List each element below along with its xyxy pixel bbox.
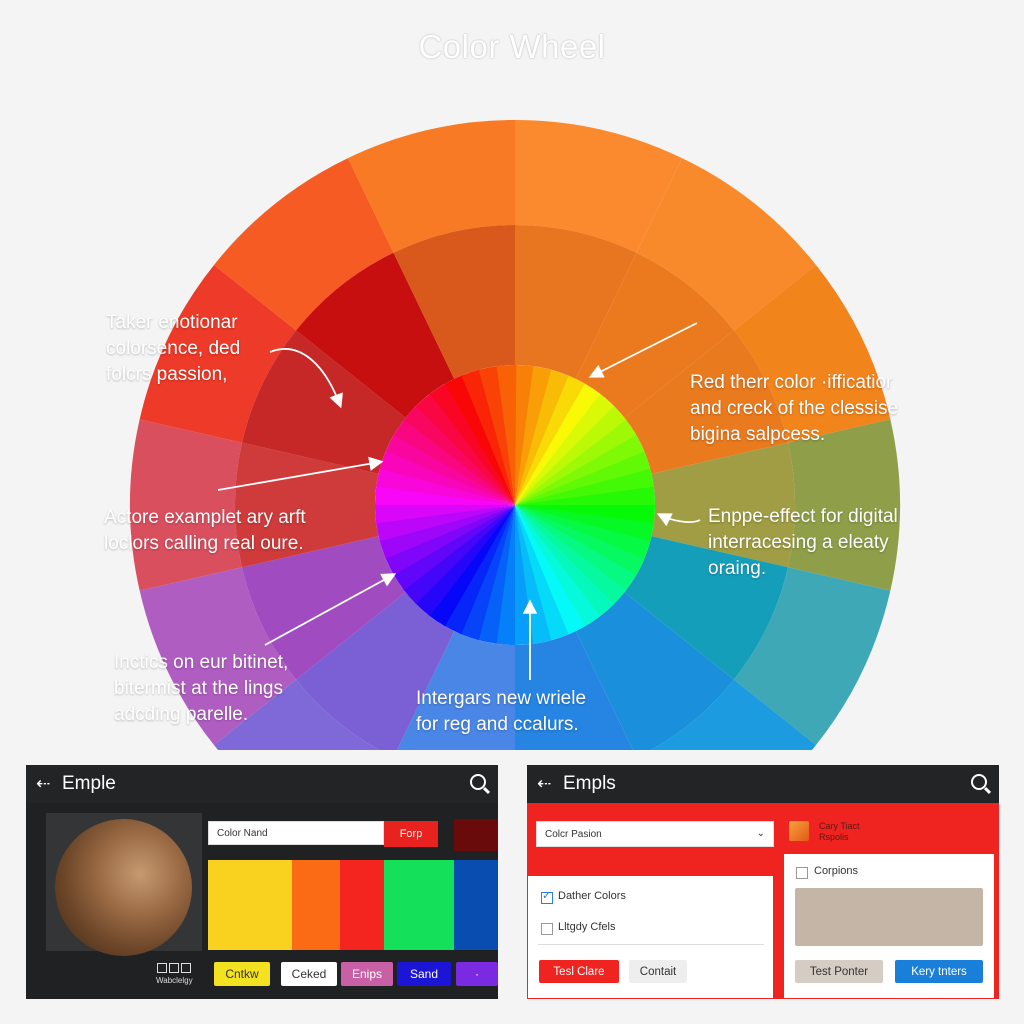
test-clare-button[interactable]: Tesl Clare: [539, 960, 619, 983]
color-chip-button[interactable]: Cntkw: [214, 962, 270, 986]
color-name-input[interactable]: Color Nand: [208, 821, 384, 845]
checkbox-label: Dather Colors: [558, 890, 626, 902]
color-stripe[interactable]: [454, 860, 498, 950]
checkbox-label: Lltgdy Cfels: [558, 921, 616, 933]
right-app-panel: ⇠ Empls Colcr Pasion ⌄ Cary Tiact Rspolis…: [527, 765, 999, 999]
annotation-bottom-left: Inctics on eur bitinet, bitermist at the …: [114, 652, 289, 725]
checkbox-corpions[interactable]: [796, 867, 808, 879]
color-chip-button[interactable]: ·: [456, 962, 498, 986]
color-chip-button[interactable]: Enips: [341, 962, 393, 986]
search-icon[interactable]: [971, 774, 987, 790]
annotation-top-right: Red therr color ·ifficatior and creck of …: [690, 372, 899, 445]
left-app-title: Emple: [62, 773, 116, 794]
wheel-outer-segment: [515, 757, 682, 760]
color-stripe[interactable]: [208, 860, 292, 950]
checkbox-label: Corpions: [814, 865, 859, 877]
color-select[interactable]: Colcr Pasion ⌄: [536, 821, 774, 847]
arrow-left-icon[interactable]: ⇠: [537, 774, 555, 794]
annotation-mid-left: Actore examplet ary arft loclors calling …: [104, 507, 306, 554]
color-stripe[interactable]: [384, 860, 454, 950]
wheel-outer-segment: [348, 757, 515, 760]
options-card: Dather Colors Lltgdy Cfels Tesl Clare Co…: [528, 876, 773, 998]
grid-icon-label: Wabclelgy: [156, 976, 193, 985]
divider: [538, 944, 764, 945]
swatch-label: Cary Tiact Rspolis: [819, 821, 860, 842]
color-stripe[interactable]: [340, 860, 384, 950]
sphere: [55, 819, 192, 956]
right-app-header: ⇠ Empls: [527, 765, 999, 803]
preview-card: Corpions Test Ponter Kery tnters: [784, 854, 994, 998]
color-select-value: Colcr Pasion: [545, 828, 602, 840]
checkbox-lltgdy-cfels[interactable]: [541, 923, 553, 935]
test-ponter-button[interactable]: Test Ponter: [795, 960, 883, 983]
checkbox-dather-colors[interactable]: [541, 889, 553, 904]
color-chip-button[interactable]: Cekеd: [281, 962, 337, 986]
chevron-down-icon: ⌄: [756, 828, 765, 839]
orange-swatch[interactable]: [789, 821, 809, 841]
sphere-preview: [46, 813, 202, 956]
kery-tnters-button[interactable]: Kery tnters: [895, 960, 983, 983]
dark-red-swatch[interactable]: [454, 819, 498, 851]
arrow-left-icon[interactable]: ⇠: [36, 774, 54, 794]
left-app-header: ⇠ Emple: [26, 765, 498, 803]
search-icon[interactable]: [470, 774, 486, 790]
annotation-bottom-center: Intergars new wriele for reg and ccalurs.: [416, 688, 587, 735]
contait-button[interactable]: Contait: [629, 960, 687, 983]
forp-button[interactable]: Forp: [384, 821, 438, 847]
annotation-mid-right: Enppe-effect for digital interracesing a …: [708, 506, 898, 579]
annotation-top-left: Takег enotionar colorsence, ded folcrs pas…: [106, 312, 241, 385]
color-preview: [795, 888, 983, 946]
left-app-panel: ⇠ Emple Color Nand Forp Wabclelgy Cntkw C…: [26, 765, 498, 999]
color-chip-button[interactable]: Sand: [397, 962, 451, 986]
color-stripes: [208, 860, 498, 950]
grid-icon-group[interactable]: Wabclelgy: [156, 963, 193, 985]
color-stripe[interactable]: [292, 860, 340, 950]
right-app-title: Empls: [563, 773, 616, 794]
